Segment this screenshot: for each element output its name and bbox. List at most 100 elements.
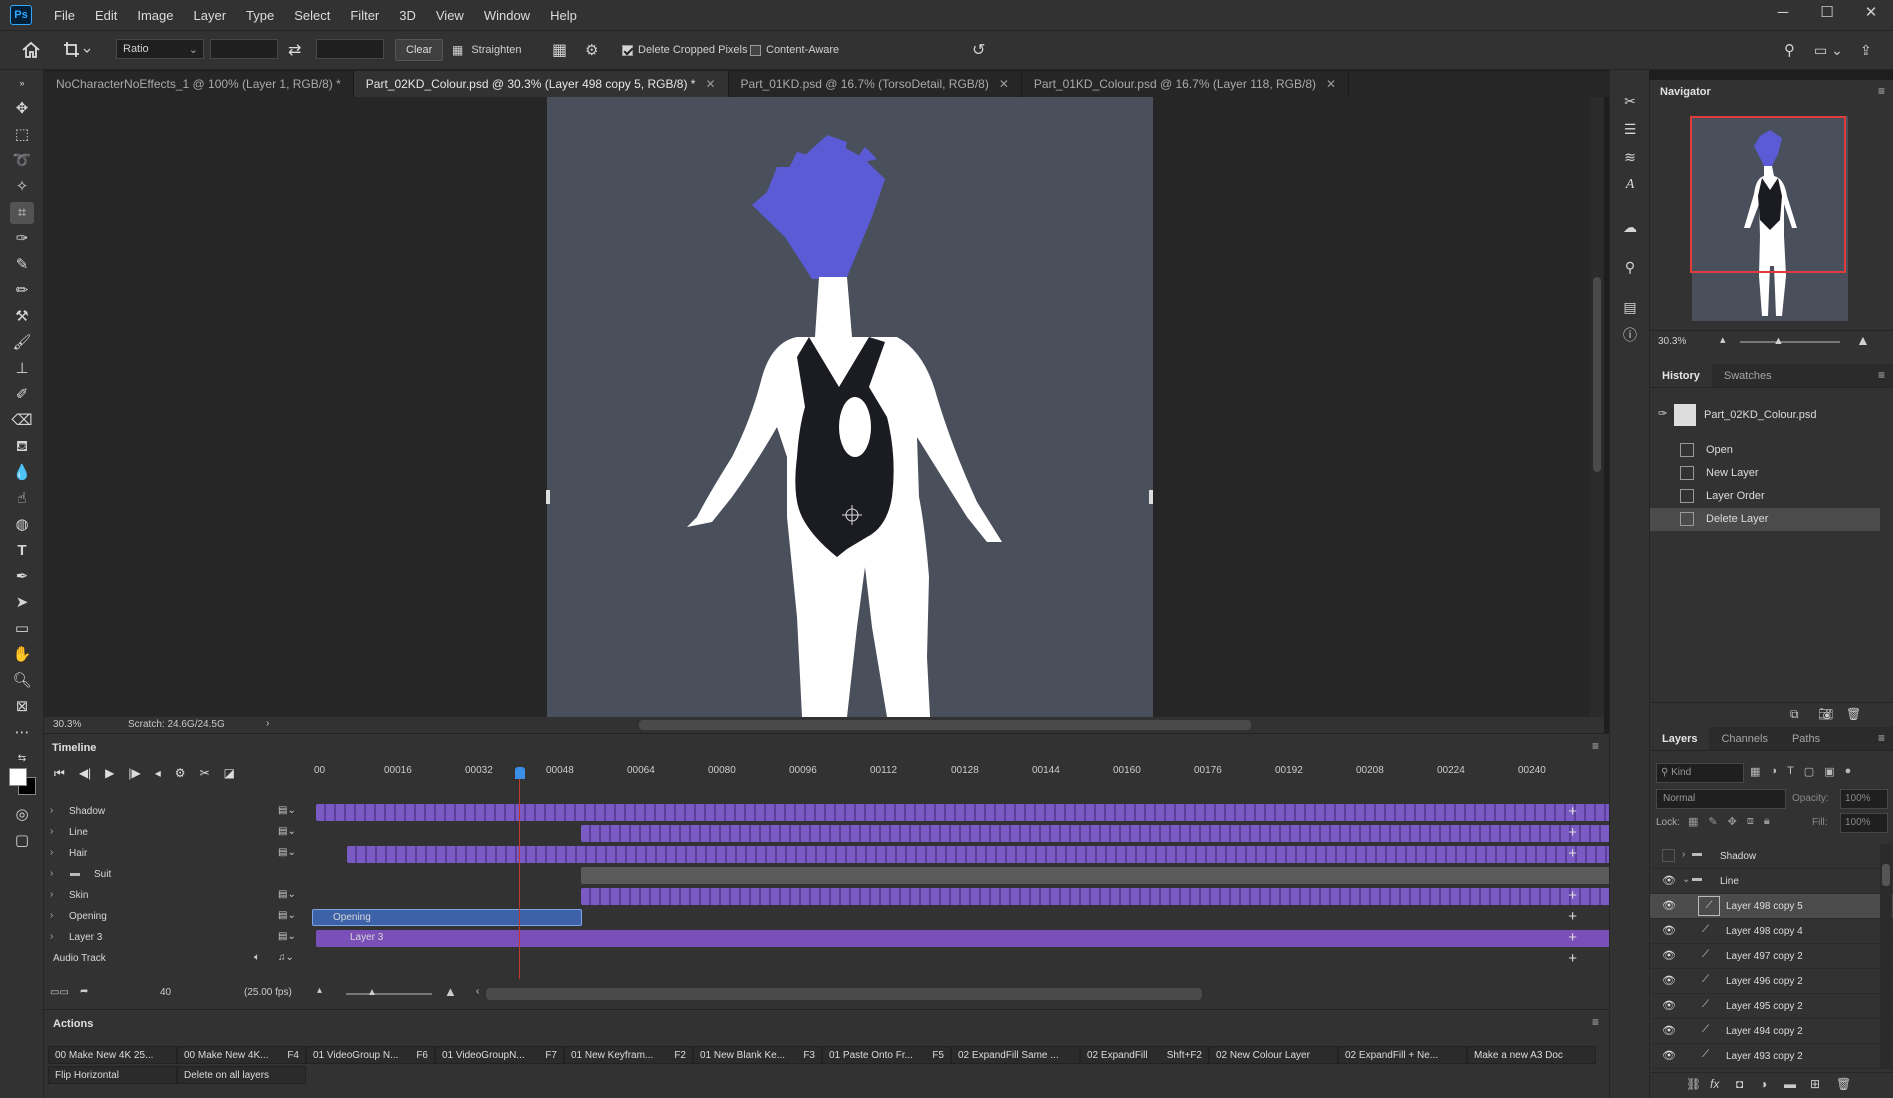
close-icon[interactable]: ✕ xyxy=(705,77,715,91)
film-icon[interactable]: ▤⌄ xyxy=(278,931,296,942)
menu-type[interactable]: Type xyxy=(236,8,284,23)
link-layers-icon[interactable]: ⛓ xyxy=(1686,1077,1701,1091)
layer-mask-icon[interactable]: ◘ xyxy=(1736,1077,1743,1091)
eye-icon[interactable]: 👁︎ xyxy=(1662,999,1676,1013)
close-icon[interactable]: ✕ xyxy=(1326,77,1336,91)
trash-icon[interactable]: 🗑︎ xyxy=(1836,1077,1851,1091)
hand-tool-icon[interactable]: ✋ xyxy=(10,644,34,666)
eye-icon[interactable]: 👁︎ xyxy=(1662,1049,1676,1063)
lock-position-icon[interactable]: ✥ xyxy=(1728,815,1737,828)
navigator-zoom-slider[interactable] xyxy=(1740,341,1840,343)
action-button[interactable]: Delete on all layers xyxy=(177,1066,306,1084)
action-button[interactable]: 00 Make New 4K... F4 xyxy=(177,1046,306,1064)
music-note-icon[interactable]: ♫⌄ xyxy=(278,952,294,963)
history-state[interactable]: Open xyxy=(1650,439,1880,462)
menu-edit[interactable]: Edit xyxy=(85,8,127,23)
clear-button[interactable]: Clear xyxy=(395,39,444,61)
menu-help[interactable]: Help xyxy=(540,8,587,23)
straighten-control[interactable]: ▦ Straighten xyxy=(452,39,522,61)
chevron-right-icon[interactable]: › xyxy=(50,868,53,879)
add-media-icon[interactable]: + xyxy=(1568,824,1577,841)
new-layer-icon[interactable]: ⊞ xyxy=(1810,1077,1820,1091)
lock-transparent-icon[interactable]: ▦ xyxy=(1688,815,1698,828)
marquee-tool-icon[interactable]: ⬚ xyxy=(10,124,34,146)
chevron-right-icon[interactable]: › xyxy=(50,931,53,942)
render-video-icon[interactable]: ➦ xyxy=(80,986,88,997)
layer-style-icon[interactable]: fx xyxy=(1710,1077,1719,1091)
layers-scrollbar[interactable] xyxy=(1880,844,1892,1069)
ratio-select[interactable]: Ratio ⌄ xyxy=(116,39,204,59)
lasso-tool-icon[interactable]: ➰ xyxy=(10,150,34,172)
more-tools-icon[interactable]: ⋯ xyxy=(10,722,34,744)
history-state[interactable]: Delete Layer xyxy=(1650,508,1880,531)
fill-input[interactable]: 100% xyxy=(1840,813,1888,833)
layer-row[interactable]: 👁︎ ⟋ Layer 496 copy 2 xyxy=(1650,969,1893,994)
minimize-button[interactable]: ─ xyxy=(1761,0,1805,30)
first-frame-icon[interactable]: ⏮ xyxy=(54,766,65,781)
add-media-icon[interactable]: + xyxy=(1568,887,1577,904)
brush-settings-icon[interactable]: ≋ xyxy=(1619,146,1641,168)
action-button[interactable]: 02 New Colour Layer xyxy=(1209,1046,1338,1064)
tab-history[interactable]: History xyxy=(1650,364,1712,387)
tab-part01kd[interactable]: Part_01KD.psd @ 16.7% (TorsoDetail, RGB/… xyxy=(729,71,1022,97)
history-brush-tool-icon[interactable]: ✐ xyxy=(10,384,34,406)
chevron-right-icon[interactable]: › xyxy=(50,826,53,837)
frame-animation-icon[interactable]: ▭▭ xyxy=(50,987,69,998)
film-icon[interactable]: ▤⌄ xyxy=(278,847,296,858)
foreground-color-swatch[interactable] xyxy=(9,768,27,786)
tab-channels[interactable]: Channels xyxy=(1709,727,1779,750)
action-button[interactable]: 01 New Keyfram... F2 xyxy=(564,1046,693,1064)
keyframe-strip[interactable] xyxy=(581,888,1611,905)
adjustment-filter-icon[interactable]: ◑ xyxy=(1770,765,1777,778)
filter-toggle-icon[interactable]: ● xyxy=(1845,765,1852,778)
eye-icon[interactable]: 👁︎ xyxy=(1662,974,1676,988)
zoom-readout[interactable]: 30.3% xyxy=(53,719,81,730)
shape-tool-icon[interactable]: ▭ xyxy=(10,618,34,640)
current-frame[interactable]: 40 xyxy=(160,987,171,998)
panel-menu-icon[interactable]: ≡ xyxy=(1592,1015,1599,1029)
menu-file[interactable]: File xyxy=(44,8,85,23)
action-button[interactable]: Flip Horizontal xyxy=(48,1066,177,1084)
frame-rate[interactable]: (25.00 fps) xyxy=(244,987,292,998)
previous-frame-icon[interactable]: ◀| xyxy=(79,766,91,780)
chevron-right-icon[interactable]: › xyxy=(50,847,53,858)
type-filter-icon[interactable]: T xyxy=(1787,765,1794,778)
overlay-grid-icon[interactable]: ▦ xyxy=(552,39,567,61)
panel-menu-icon[interactable]: ≡ xyxy=(1878,368,1885,382)
track-line[interactable]: › Line ▤⌄ + xyxy=(44,823,1611,844)
keyframe-strip[interactable] xyxy=(316,804,1611,821)
move-tool-icon[interactable]: ✥ xyxy=(10,98,34,120)
layer-group-row[interactable]: 👁︎ ⌄ ▬ Line xyxy=(1650,869,1893,894)
frame-tool-icon[interactable]: ⊠ xyxy=(10,696,34,718)
track-opening[interactable]: › Opening ▤⌄ Opening + xyxy=(44,907,1609,928)
camera-icon[interactable]: 📷︎ xyxy=(1818,707,1833,721)
track-suit[interactable]: › ▬ Suit xyxy=(44,865,1611,886)
keyframe-strip[interactable] xyxy=(347,846,1611,863)
film-icon[interactable]: ▤⌄ xyxy=(278,889,296,900)
info-icon[interactable]: ⓘ xyxy=(1619,324,1641,346)
crop-tool-preset-icon[interactable] xyxy=(62,39,92,61)
content-aware-checkbox[interactable]: Content-Aware xyxy=(750,39,839,61)
add-media-icon[interactable]: + xyxy=(1568,803,1577,820)
history-brush-source-icon[interactable]: ✑ xyxy=(1658,407,1667,420)
menu-layer[interactable]: Layer xyxy=(184,8,237,23)
scissors-icon[interactable]: ✂ xyxy=(200,766,210,780)
visibility-toggle-off[interactable] xyxy=(1662,849,1675,862)
quick-mask-icon[interactable]: ◎ xyxy=(10,804,34,826)
zoom-in-icon[interactable]: ▲ xyxy=(444,984,457,999)
layer-row[interactable]: 👁︎ ⟋ Layer 498 copy 5 xyxy=(1650,894,1893,919)
action-button[interactable]: 02 ExpandFill + Ne... xyxy=(1338,1046,1467,1064)
panel-menu-icon[interactable]: ≡ xyxy=(1878,84,1885,98)
blur-tool-icon[interactable]: 💧 xyxy=(10,462,34,484)
timeline-ruler[interactable]: 00 00016 00032 00048 00064 00080 00096 0… xyxy=(314,765,1604,779)
smudge-tool-icon[interactable]: ☝ xyxy=(10,488,34,510)
panel-menu-icon[interactable]: ≡ xyxy=(1878,731,1885,745)
smart-object-filter-icon[interactable]: ▣ xyxy=(1824,765,1834,778)
zoom-tool-icon[interactable]: 🔍︎ xyxy=(10,670,34,692)
type-tool-icon[interactable]: T xyxy=(10,540,34,562)
menu-select[interactable]: Select xyxy=(284,8,340,23)
screen-mode-icon[interactable]: ▢ xyxy=(10,830,34,852)
menu-view[interactable]: View xyxy=(426,8,474,23)
properties-icon[interactable]: ▤ xyxy=(1619,296,1641,318)
healing-brush-tool-icon[interactable]: ✎ xyxy=(10,254,34,276)
